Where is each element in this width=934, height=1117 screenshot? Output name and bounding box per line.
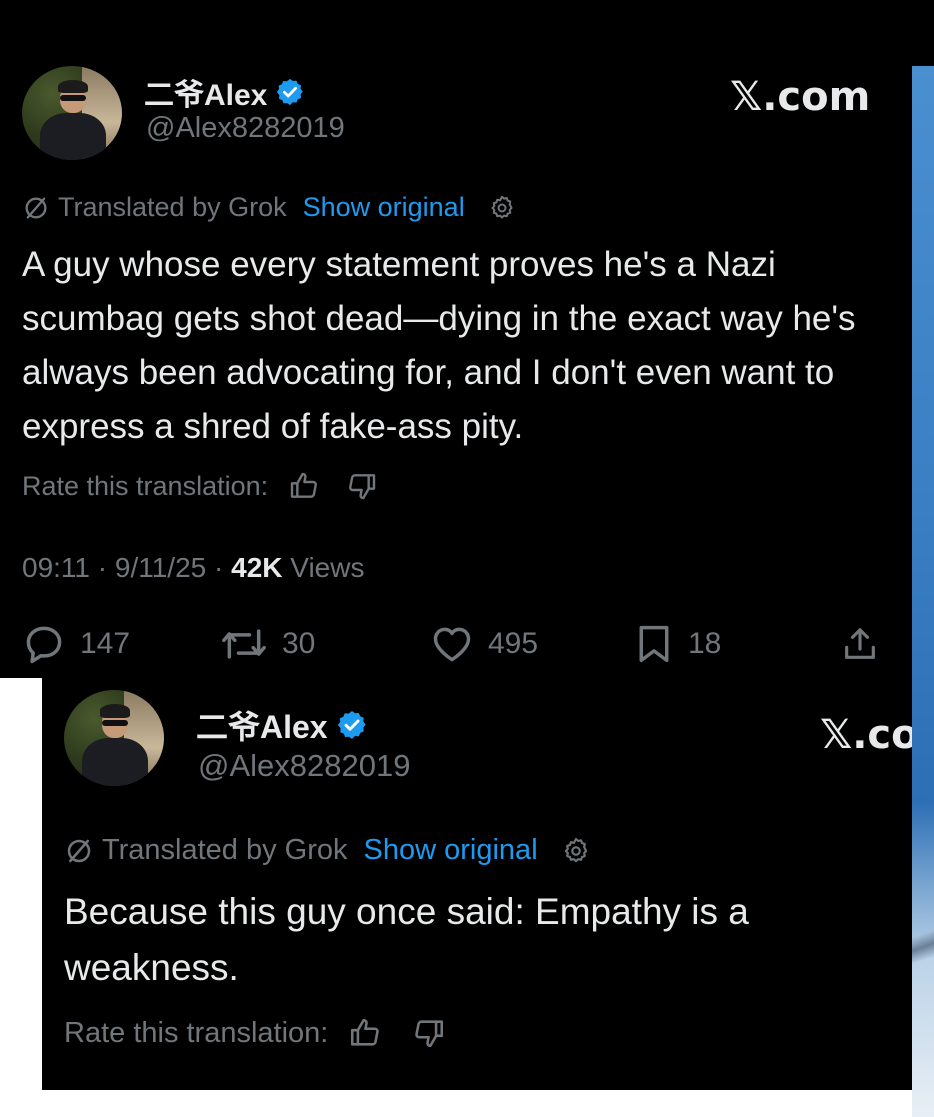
display-name[interactable]: 二爷Alex [196,702,328,748]
views-label: Views [290,552,365,583]
separator-dot: · [97,552,115,583]
translated-by-label: Translated by Grok [58,192,287,222]
name-row: 二爷Alex [196,702,368,748]
bookmark-icon [639,625,669,663]
timestamp-views-row: 09:11 · 9/11/25 · 42K Views [22,552,364,584]
translate-slash-icon [67,839,91,862]
post-time[interactable]: 09:11 [22,552,90,583]
avatar[interactable] [22,66,122,160]
show-original-link[interactable]: Show original [364,834,538,867]
display-name[interactable]: 二爷Alex [144,70,267,114]
repost-button[interactable]: 30 [220,622,315,666]
verified-badge-icon [337,711,366,739]
bookmark-count: 18 [688,627,722,660]
like-button[interactable]: 495 [430,622,538,666]
share-icon [845,628,875,659]
reply-count: 147 [80,627,131,660]
handle[interactable]: @Alex8282019 [146,112,345,145]
translated-by-label: Translated by Grok [102,834,348,866]
reply-icon [26,626,62,664]
repost-icon [222,629,266,659]
gear-icon[interactable] [487,193,517,223]
thumbs-up-icon[interactable] [288,470,320,502]
name-row: 二爷Alex [144,70,305,114]
rate-translation-label: Rate this translation: [22,470,269,501]
card-top-band [0,0,934,66]
rate-translation-label: Rate this translation: [64,1016,329,1049]
tweet-text: Because this guy once said: Empathy is a… [64,891,749,988]
show-original-link[interactable]: Show original [303,192,465,223]
gear-icon[interactable] [560,835,592,867]
thumbs-up-icon[interactable] [348,1016,382,1050]
repost-count: 30 [282,627,316,660]
brand-watermark: 𝕏.com [730,74,871,120]
post-date[interactable]: 9/11/25 [115,552,206,583]
translation-bar: Translated by Grok Show original [64,834,592,867]
heart-icon [433,627,471,662]
avatar[interactable] [64,690,164,786]
translate-slash-icon [25,197,47,218]
thumbs-down-icon[interactable] [412,1016,446,1050]
translation-bar: Translated by Grok Show original [22,192,517,223]
tweet-text: A guy whose every statement proves he's … [22,245,856,446]
brand-watermark: 𝕏.co [820,712,912,758]
action-bar: 147 30 495 18 [22,622,888,674]
rate-translation-row: Rate this translation: [64,1016,446,1050]
tweet-card-1: 二爷Alex @Alex8282019 𝕏.com Translated by … [0,0,934,678]
thumbs-down-icon[interactable] [346,470,378,502]
verified-badge-icon [277,78,304,106]
background-photo-edge [912,66,934,1117]
handle[interactable]: @Alex8282019 [198,748,410,784]
rate-translation-row: Rate this translation: [22,470,378,502]
share-button[interactable] [840,622,880,666]
separator-dot: · [214,552,232,583]
reply-button[interactable]: 147 [22,622,130,666]
tweet-card-2: 二爷Alex @Alex8282019 𝕏.co Translated by G… [42,678,912,1090]
bookmark-button[interactable]: 18 [634,622,721,666]
views-count: 42K [231,552,283,583]
like-count: 495 [488,627,539,660]
